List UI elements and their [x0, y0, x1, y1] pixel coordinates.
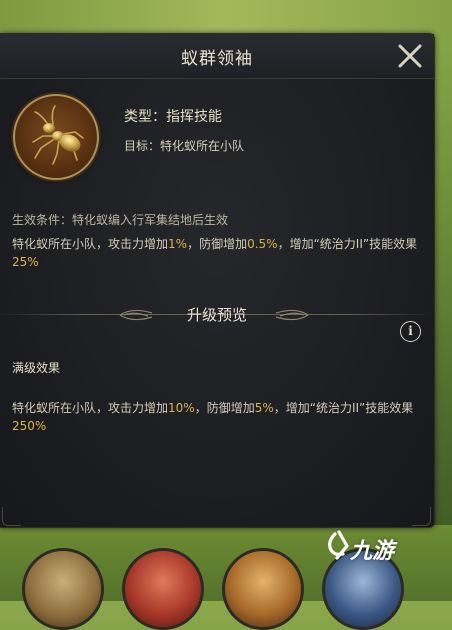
bottom-skill-icon[interactable] [222, 548, 304, 630]
effect-text: 特化蚁所在小队，攻击力增加 [12, 237, 169, 251]
attack-value: 1% [168, 237, 188, 251]
panel-title: 蚁群领袖 [181, 49, 253, 69]
golden-ant-icon [32, 105, 84, 165]
max-defense-value: 5% [254, 401, 274, 415]
effect-text: ，防御增加 [187, 237, 248, 251]
watermark-text: 九游 [350, 539, 395, 564]
skill-target: 目标：特化蚁所在小队 [124, 139, 245, 153]
effect-text: ，防御增加 [194, 401, 255, 415]
effect-text: 特化蚁所在小队，攻击力增加 [12, 401, 169, 415]
effect-condition: 生效条件：特化蚁编入行军集结地后生效 [12, 213, 229, 227]
close-button[interactable] [396, 42, 424, 70]
panel-corner-ornament [412, 507, 431, 526]
max-level-effect: 特化蚁所在小队，攻击力增加10%，防御增加5%，增加“统治力II”技能效果 250… [12, 399, 422, 435]
max-attack-value: 10% [168, 401, 195, 415]
close-icon [398, 44, 422, 68]
info-button[interactable]: i [400, 321, 421, 342]
max-skill-effect-value: 250% [12, 419, 47, 433]
skill-type: 类型：指挥技能 [124, 109, 222, 125]
current-effect: 特化蚁所在小队，攻击力增加1%，防御增加0.5%，增加“统治力II”技能效果 25… [12, 235, 422, 271]
effect-text: ，增加“统治力II”技能效果 [273, 401, 414, 415]
defense-value: 0.5% [247, 237, 278, 251]
skill-icon-frame [13, 94, 99, 180]
max-level-label: 满级效果 [12, 361, 61, 375]
bottom-skill-icon[interactable] [22, 548, 104, 630]
panel-corner-ornament [2, 507, 21, 526]
bottom-skill-icon[interactable] [122, 548, 204, 630]
skill-effect-value: 25% [12, 255, 39, 269]
upgrade-preview-title: 升级预览 [186, 306, 247, 324]
panel-header: 蚁群领袖 [0, 34, 434, 79]
skill-detail-panel: 蚁群领袖 类型：指挥技能 目标：特化蚁所在小队 生效条件：特化蚁编入行军集结地后… [0, 33, 435, 528]
effect-text: ，增加“统治力II”技能效果 [277, 237, 418, 251]
